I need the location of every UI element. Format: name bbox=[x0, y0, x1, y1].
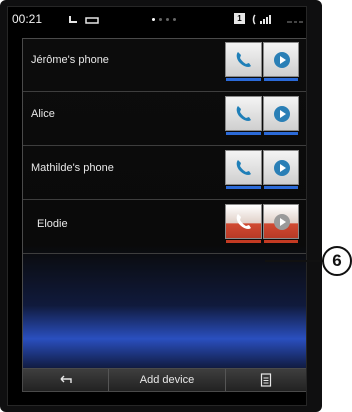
play-icon bbox=[273, 160, 290, 176]
call-button[interactable] bbox=[225, 96, 262, 135]
device-actions bbox=[225, 150, 300, 196]
play-icon bbox=[273, 214, 290, 230]
play-icon bbox=[273, 106, 290, 122]
seat-icon bbox=[66, 13, 80, 31]
device-actions bbox=[225, 204, 300, 250]
network-icon bbox=[286, 13, 304, 31]
media-button[interactable] bbox=[262, 204, 299, 243]
menu-list-icon bbox=[260, 373, 272, 387]
back-button[interactable] bbox=[23, 369, 109, 391]
callout-badge: 6 bbox=[322, 246, 352, 276]
phone-icon bbox=[236, 160, 251, 175]
sim-badge: 1 bbox=[234, 13, 245, 24]
button-indicator bbox=[226, 78, 261, 81]
phone-icon bbox=[236, 214, 251, 229]
button-indicator bbox=[263, 132, 298, 135]
callout-leader-line bbox=[265, 260, 325, 262]
device-name: Alice bbox=[31, 108, 55, 120]
phone-icon bbox=[236, 106, 251, 121]
device-name: Elodie bbox=[37, 218, 68, 230]
play-icon bbox=[273, 52, 290, 68]
button-indicator bbox=[226, 240, 261, 243]
add-device-button[interactable]: Add device bbox=[109, 369, 226, 391]
media-button[interactable] bbox=[262, 42, 299, 81]
button-indicator bbox=[226, 186, 261, 189]
back-arrow-icon bbox=[60, 375, 72, 383]
page-dot bbox=[159, 18, 162, 21]
phone-signal-icon bbox=[252, 13, 276, 31]
media-button[interactable] bbox=[262, 96, 299, 135]
list-item[interactable]: Mathilde's phone bbox=[23, 147, 306, 200]
list-item[interactable]: Jérôme's phone bbox=[23, 39, 306, 92]
device-name: Mathilde's phone bbox=[31, 162, 114, 174]
device-status-icon bbox=[85, 13, 99, 31]
page-indicator bbox=[152, 18, 176, 21]
call-button[interactable] bbox=[225, 150, 262, 189]
button-indicator bbox=[263, 186, 298, 189]
button-indicator bbox=[263, 240, 298, 243]
button-indicator bbox=[226, 132, 261, 135]
media-button[interactable] bbox=[262, 150, 299, 189]
device-actions bbox=[225, 42, 300, 88]
screen: 00:21 1 Jérôme's phone Alice Mathilde's … bbox=[7, 6, 307, 406]
list-item[interactable]: Elodie bbox=[23, 201, 306, 254]
call-button[interactable] bbox=[225, 42, 262, 81]
clock: 00:21 bbox=[12, 12, 43, 26]
device-frame: 00:21 1 Jérôme's phone Alice Mathilde's … bbox=[0, 0, 322, 412]
page-dot bbox=[152, 18, 155, 21]
list-item[interactable]: Alice bbox=[23, 93, 306, 146]
call-button[interactable] bbox=[225, 204, 262, 243]
page-dot bbox=[166, 18, 169, 21]
button-indicator bbox=[263, 78, 298, 81]
phone-icon bbox=[236, 52, 251, 67]
bottom-toolbar: Add device bbox=[22, 368, 306, 392]
menu-button[interactable] bbox=[226, 369, 306, 391]
status-bar: 00:21 1 bbox=[8, 7, 306, 33]
page-dot bbox=[173, 18, 176, 21]
device-name: Jérôme's phone bbox=[31, 54, 109, 66]
device-actions bbox=[225, 96, 300, 142]
device-list: Jérôme's phone Alice Mathilde's phone El… bbox=[22, 38, 306, 373]
